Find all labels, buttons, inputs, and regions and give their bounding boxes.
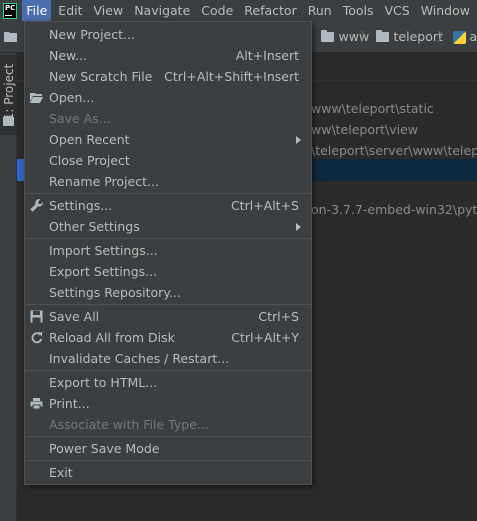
menu-separator (26, 460, 311, 461)
breadcrumb-label: ap (469, 29, 477, 44)
tree-item-path[interactable]: ww\teleport\view (311, 122, 418, 137)
menu-item-label: New... (49, 48, 88, 63)
breadcrumb-teleport[interactable]: 〉 teleport (355, 21, 443, 53)
menu-item-invalidate-caches[interactable]: Invalidate Caches / Restart... (25, 348, 311, 369)
printer-icon (30, 398, 43, 410)
submenu-arrow-icon (296, 223, 301, 231)
menu-item-export-settings[interactable]: Export Settings... (25, 261, 311, 282)
menu-item-new-project[interactable]: New Project... (25, 24, 311, 45)
menu-item-settings-repository[interactable]: Settings Repository... (25, 282, 311, 303)
menu-item-label: Rename Project... (49, 174, 159, 189)
menu-item-rename-project[interactable]: Rename Project... (25, 171, 311, 192)
menu-item-open-recent[interactable]: Open Recent (25, 129, 311, 150)
menu-navigate[interactable]: Navigate (130, 0, 194, 21)
menu-item-power-save-mode[interactable]: Power Save Mode (25, 438, 311, 459)
menu-item-label: Save As... (49, 111, 111, 126)
menu-item-associate-file-type[interactable]: Associate with File Type... (25, 414, 311, 435)
python-file-icon (452, 30, 466, 44)
tool-window-strip: 1: Project (0, 53, 17, 521)
menu-item-label: Export Settings... (49, 264, 158, 279)
project-tool-tab[interactable]: 1: Project (0, 55, 17, 135)
menu-item-label: Reload All from Disk (49, 330, 175, 345)
tree-item-path[interactable]: www\teleport\static (311, 101, 434, 116)
menu-item-label: Associate with File Type... (49, 417, 209, 432)
menu-item-shortcut: Ctrl+Alt+Y (231, 330, 299, 345)
menu-item-label: Settings... (49, 198, 113, 213)
menu-item-shortcut: Alt+Insert (235, 48, 299, 63)
submenu-arrow-icon (296, 136, 301, 144)
menu-item-label: Other Settings (49, 219, 140, 234)
menu-item-label: Close Project (49, 153, 130, 168)
menu-separator (26, 436, 311, 437)
menu-item-label: Print... (49, 396, 90, 411)
menu-item-save-all[interactable]: Save All Ctrl+S (25, 306, 311, 327)
menu-item-new[interactable]: New... Alt+Insert (25, 45, 311, 66)
menu-item-settings[interactable]: Settings... Ctrl+Alt+S (25, 195, 311, 216)
menu-item-shortcut: Ctrl+Alt+Shift+Insert (164, 69, 299, 84)
menu-item-save-as[interactable]: Save As... (25, 108, 311, 129)
menu-item-label: New Project... (49, 27, 135, 42)
menu-item-label: Open... (49, 90, 95, 105)
pycharm-logo-icon: PC (3, 2, 18, 19)
menu-separator (26, 304, 311, 305)
menu-item-label: Power Save Mode (49, 441, 160, 456)
folder-icon (4, 32, 17, 42)
menu-window[interactable]: Window (417, 0, 474, 21)
menu-item-shortcut: Ctrl+S (258, 309, 299, 324)
menu-item-new-scratch-file[interactable]: New Scratch File Ctrl+Alt+Shift+Insert (25, 66, 311, 87)
menu-item-shortcut: Ctrl+Alt+S (230, 198, 299, 213)
menu-item-exit[interactable]: Exit (25, 462, 311, 483)
folder-icon (30, 93, 43, 103)
menu-item-export-to-html[interactable]: Export to HTML... (25, 372, 311, 393)
menu-item-label: Invalidate Caches / Restart... (49, 351, 230, 366)
menu-item-close-project[interactable]: Close Project (25, 150, 311, 171)
menu-separator (26, 370, 311, 371)
menu-item-open[interactable]: Open... (25, 87, 311, 108)
wrench-icon (30, 199, 43, 212)
folder-icon (320, 30, 334, 42)
menu-item-print[interactable]: Print... (25, 393, 311, 414)
file-menu-dropdown: New Project... New... Alt+Insert New Scr… (24, 21, 312, 485)
menubar: PC File Edit View Navigate Code Refactor… (0, 0, 477, 21)
menu-item-label: Export to HTML... (49, 375, 158, 390)
menu-item-label: Settings Repository... (49, 285, 181, 300)
menu-vcs[interactable]: VCS (380, 0, 413, 21)
menu-code[interactable]: Code (197, 0, 237, 21)
menu-item-label: Import Settings... (49, 243, 158, 258)
menu-item-reload-all[interactable]: Reload All from Disk Ctrl+Alt+Y (25, 327, 311, 348)
breadcrumb-separator-icon: 〉 (437, 29, 450, 44)
breadcrumb-separator-icon: 〉 (360, 29, 373, 44)
menu-item-label: Save All (49, 309, 100, 324)
menu-item-other-settings[interactable]: Other Settings (25, 216, 311, 237)
folder-icon (375, 30, 389, 42)
folder-icon (3, 117, 14, 126)
tree-item-path[interactable]: \teleport\server\www\telepo (311, 143, 477, 158)
menu-run[interactable]: Run (304, 0, 336, 21)
floppy-icon (30, 310, 43, 323)
menu-item-label: Exit (49, 465, 73, 480)
menu-tools[interactable]: Tools (339, 0, 378, 21)
menu-separator (26, 193, 311, 194)
tree-item-path[interactable]: on-3.7.7-embed-win32\pytho (311, 202, 477, 217)
reload-icon (31, 332, 43, 344)
menu-view[interactable]: View (90, 0, 128, 21)
menu-refactor[interactable]: Refactor (240, 0, 300, 21)
breadcrumb-app[interactable]: 〉 ap (432, 21, 477, 53)
menu-edit[interactable]: Edit (54, 0, 86, 21)
menu-item-label: New Scratch File (49, 69, 153, 84)
menu-separator (26, 238, 311, 239)
menu-file[interactable]: File (22, 0, 52, 21)
menu-item-import-settings[interactable]: Import Settings... (25, 240, 311, 261)
menu-item-label: Open Recent (49, 132, 130, 147)
